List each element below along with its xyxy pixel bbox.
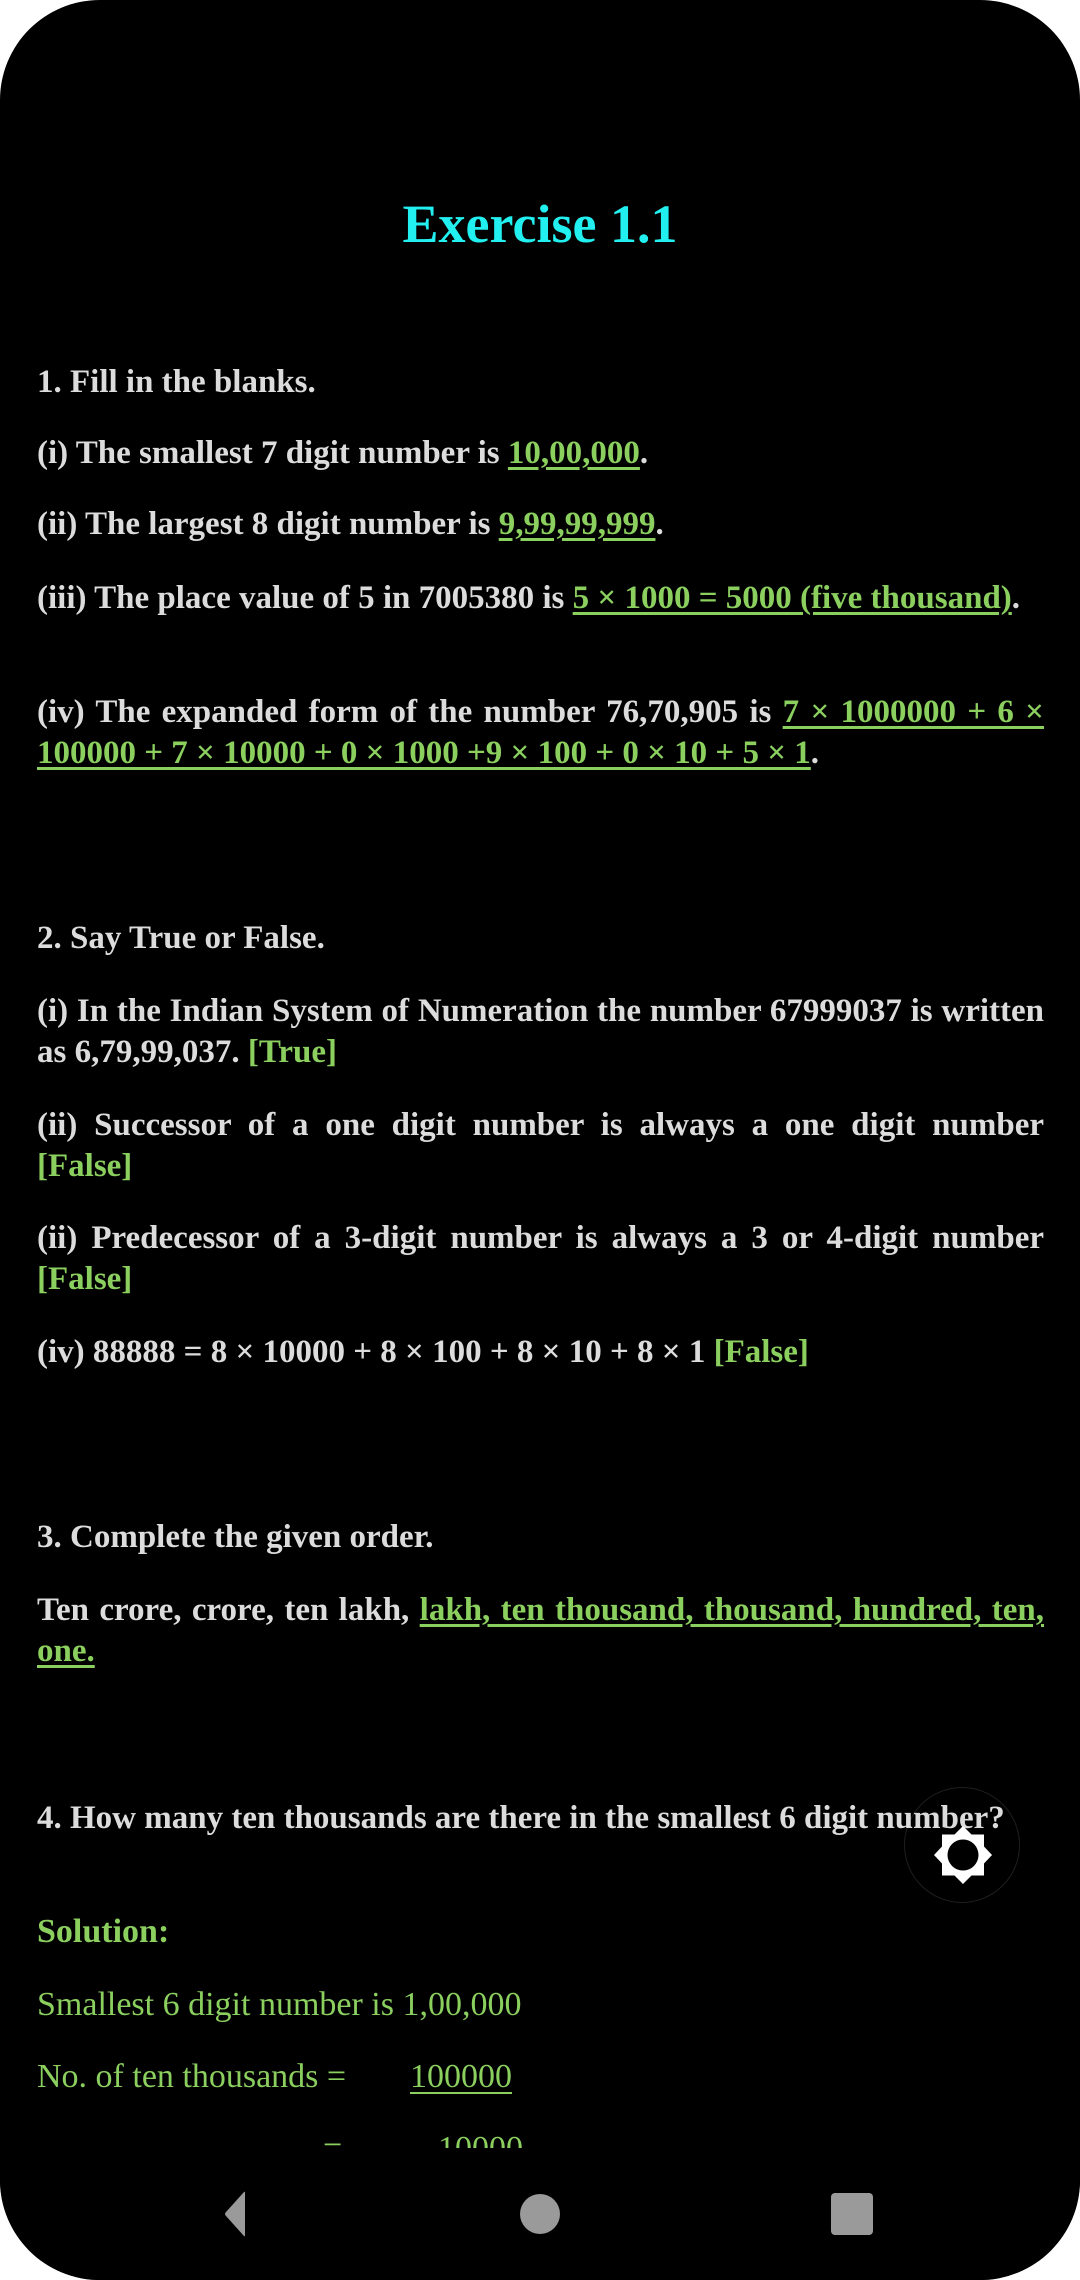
q1-item-1: (i) The smallest 7 digit number is 10,00… (37, 433, 1044, 474)
q2-item-4-answer: [False] (713, 1334, 809, 1370)
q1-item-1-text: (i) The smallest 7 digit number is (37, 435, 508, 471)
q1-heading: 1. Fill in the blanks. (37, 364, 316, 400)
q1-item-1-suffix: . (639, 435, 649, 471)
q1-item-4: (iv) The expanded form of the number 76,… (37, 692, 1044, 774)
q1-item-3: (iii) The place value of 5 in 7005380 is… (37, 578, 1044, 619)
q4-heading: 4. How many ten thousands are there in t… (37, 1800, 1005, 1836)
q2-item-1: (i) In the Indian System of Numeration t… (37, 991, 1044, 1073)
q1-item-3-answer: 5 × 1000 = 5000 (five thousand) (572, 580, 1012, 616)
q1-item-2-answer: 9,99,99,999 (498, 506, 656, 542)
q1-item-3-suffix: . (1011, 580, 1021, 616)
q1-item-2: (ii) The largest 8 digit number is 9,99,… (37, 504, 1044, 545)
phone-screen: Exercise 1.1 1. Fill in the blanks. (i) … (0, 0, 1080, 2280)
brightness-icon (934, 1826, 992, 1884)
q4-solution-line1: Smallest 6 digit number is 1,00,000 (37, 1986, 522, 2023)
q4-solution-line2-label: No. of ten thousands = (37, 2058, 347, 2095)
q2-item-2-answer: [False] (37, 1148, 133, 1184)
q2-item-3: (ii) Predecessor of a 3-digit number is … (37, 1218, 1044, 1300)
q1-item-1-answer: 10,00,000 (507, 435, 640, 471)
q4-solution-label: Solution: (37, 1913, 170, 1950)
recents-button[interactable] (818, 2184, 888, 2244)
brightness-button[interactable] (904, 1787, 1020, 1903)
q3-order: Ten crore, crore, ten lakh, lakh, ten th… (37, 1590, 1044, 1672)
q2-item-2-text: (ii) Successor of a one digit number is … (37, 1107, 1044, 1143)
q2-item-1-text: (i) In the Indian System of Numeration t… (37, 993, 1044, 1070)
q2-item-3-text: (ii) Predecessor of a 3-digit number is … (37, 1220, 1044, 1256)
q1-item-4-suffix: . (810, 735, 820, 771)
back-triangle-icon (225, 2191, 245, 2237)
q2-heading: 2. Say True or False. (37, 920, 325, 956)
q3-heading: 3. Complete the given order. (37, 1519, 434, 1555)
home-circle-icon (520, 2194, 560, 2234)
q2-item-2: (ii) Successor of a one digit number is … (37, 1105, 1044, 1187)
page-title: Exercise 1.1 (402, 194, 678, 254)
q2-item-4: (iv) 88888 = 8 × 10000 + 8 × 100 + 8 × 1… (37, 1332, 1044, 1373)
q1-item-2-suffix: . (655, 506, 664, 542)
navigation-bar (0, 2148, 1080, 2280)
q2-item-3-answer: [False] (37, 1261, 133, 1297)
q3-order-text: Ten crore, crore, ten lakh, (37, 1592, 420, 1628)
q4-solution-line3-value: 10000 (438, 2128, 523, 2148)
q2-item-1-answer: [True] (247, 1034, 338, 1070)
q4-solution-fraction-numerator: 100000 (410, 2058, 512, 2095)
q2-item-4-text: (iv) 88888 = 8 × 10000 + 8 × 100 + 8 × 1… (37, 1334, 714, 1370)
q1-item-3-text: (iii) The place value of 5 in 7005380 is (37, 580, 573, 616)
q1-item-2-text: (ii) The largest 8 digit number is (37, 506, 499, 542)
q4-solution-line3-equals: = (323, 2128, 342, 2148)
recents-square-icon (831, 2193, 873, 2235)
q1-item-4-text: (iv) The expanded form of the number 76,… (37, 694, 783, 730)
back-button[interactable] (200, 2184, 270, 2244)
home-button[interactable] (505, 2184, 575, 2244)
